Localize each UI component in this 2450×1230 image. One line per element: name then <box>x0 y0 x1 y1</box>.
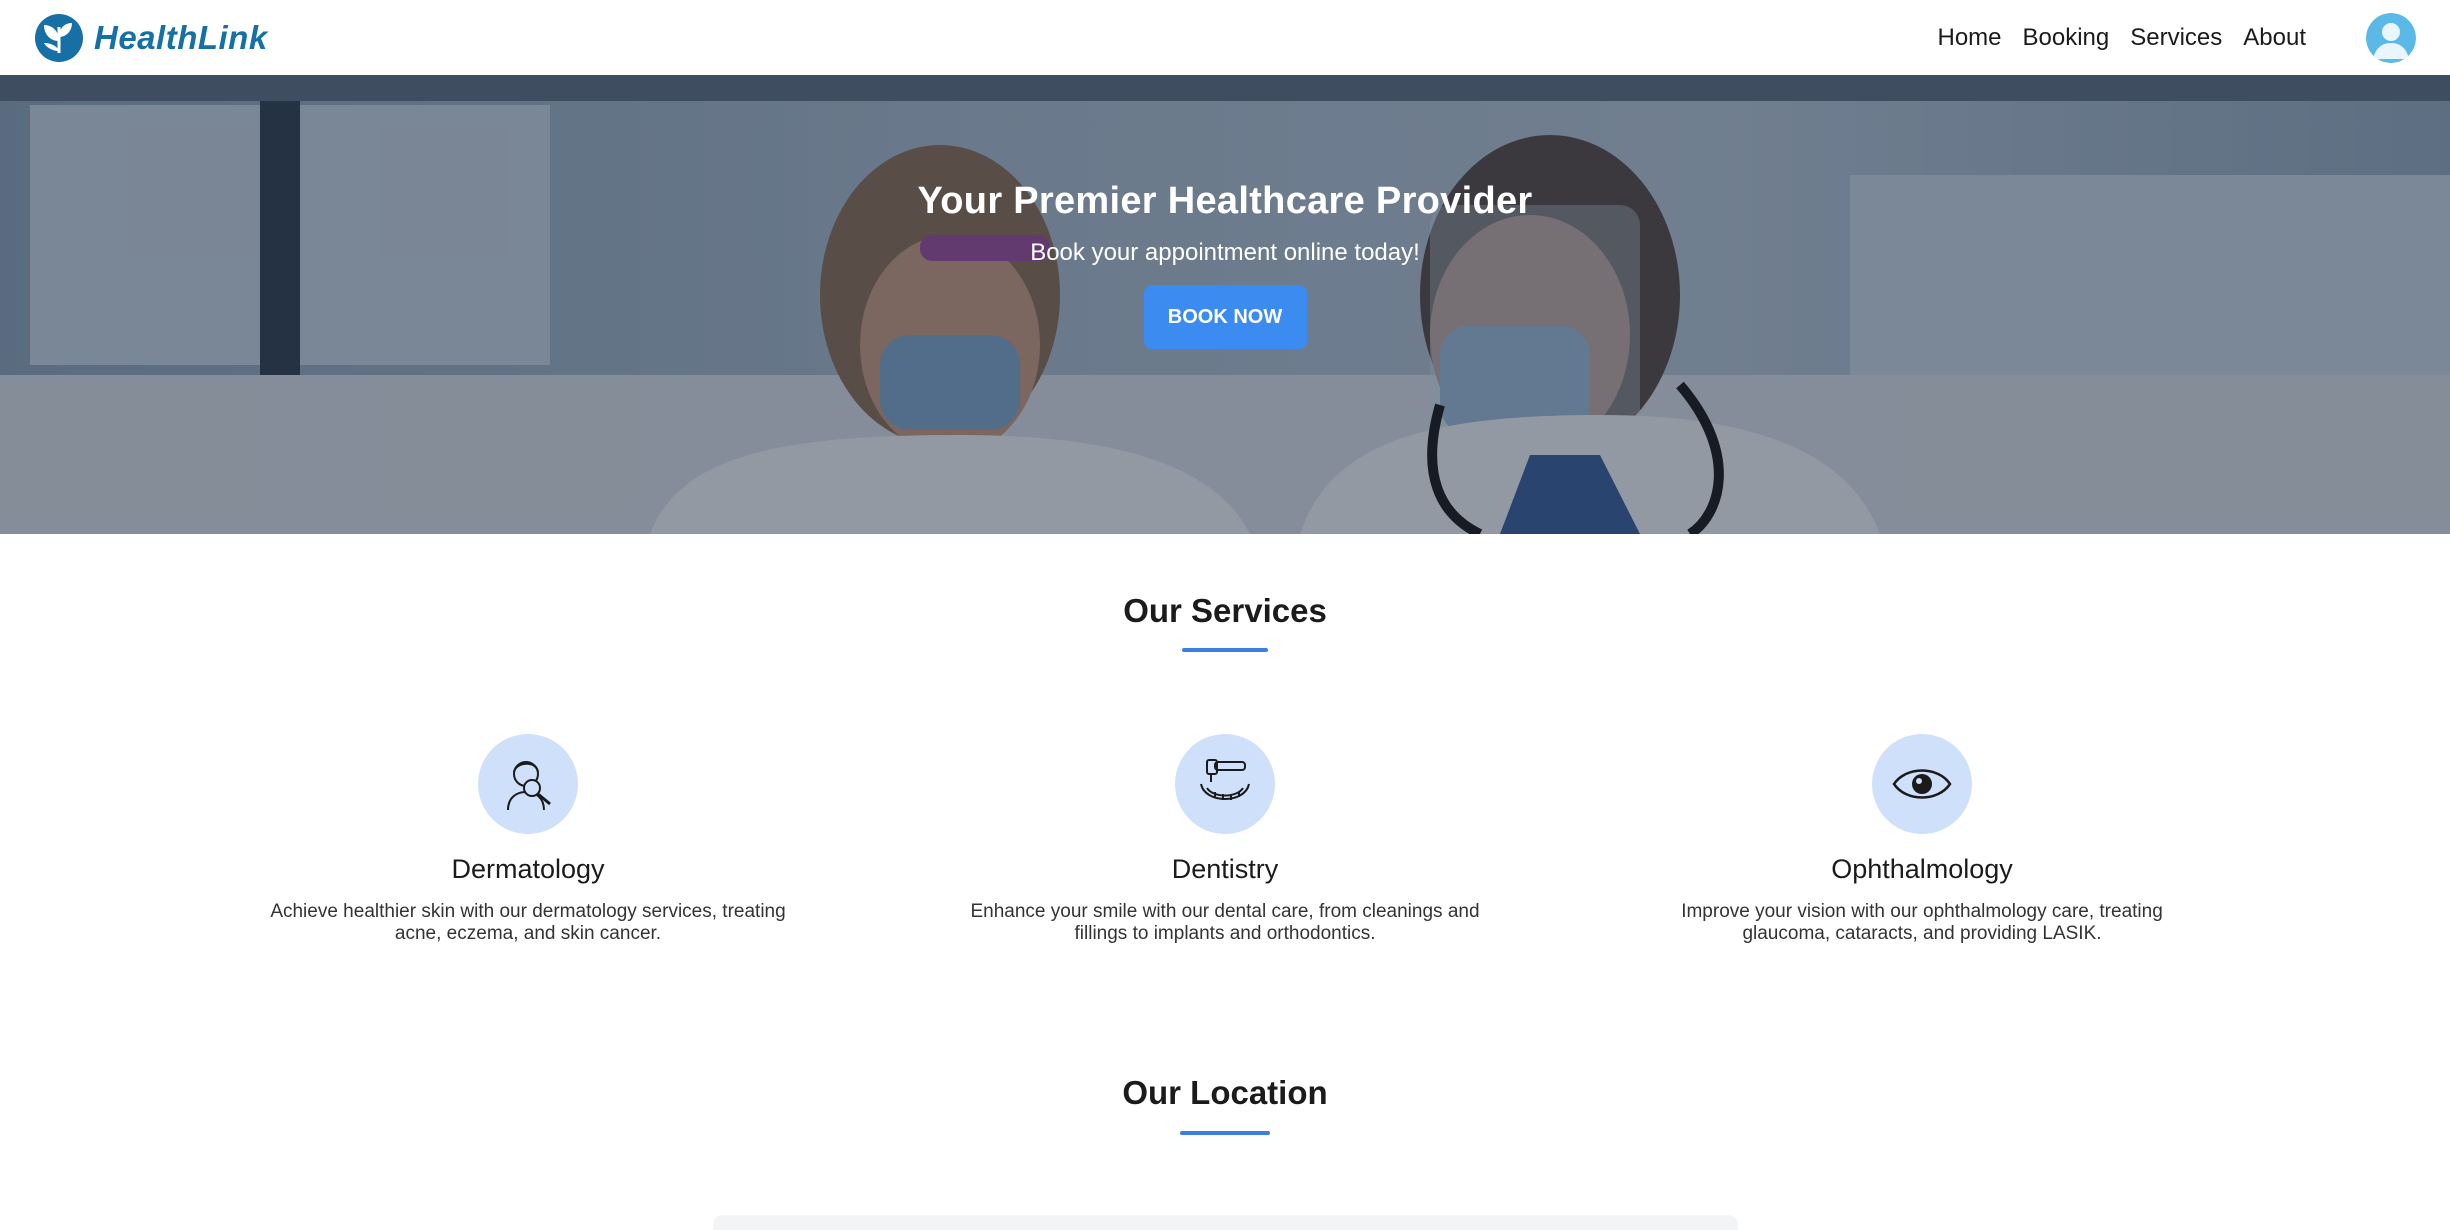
location-section-title: Our Location <box>1122 1074 1328 1111</box>
service-name: Dentistry <box>1171 854 1279 884</box>
dermatology-icon-circle <box>478 734 578 834</box>
services-title-underline <box>1182 648 1268 652</box>
dermatology-icon <box>507 761 551 811</box>
hero-banner: Your Premier Healthcare Provider Book yo… <box>0 75 2450 534</box>
user-avatar-icon <box>2366 12 2416 63</box>
nav-booking[interactable]: Booking <box>2023 24 2110 52</box>
ophthalmology-icon-circle <box>1872 734 1972 834</box>
service-name: Ophthalmology <box>1831 854 2013 884</box>
nav-home[interactable]: Home <box>1937 24 2001 52</box>
hero-content: Your Premier Healthcare Provider Book yo… <box>0 180 2450 349</box>
service-name: Dermatology <box>451 854 605 884</box>
nav-services[interactable]: Services <box>2130 24 2222 52</box>
brand-name: HealthLink <box>94 18 268 56</box>
service-description: Enhance your smile with our dental care,… <box>970 901 1480 944</box>
hero-subtitle: Book your appointment online today! <box>1030 239 1420 266</box>
service-description: Achieve healthier skin with our dermatol… <box>270 901 786 944</box>
service-card-ophthalmology[interactable]: Ophthalmology Improve your vision with o… <box>1622 734 2222 945</box>
brand[interactable]: HealthLink <box>34 13 268 63</box>
healthlink-logo-icon <box>35 13 83 62</box>
dentistry-icon-circle <box>1175 734 1275 834</box>
nav-about[interactable]: About <box>2243 24 2306 52</box>
service-card-dermatology[interactable]: Dermatology Achieve healthier skin with … <box>228 734 828 945</box>
service-description: Improve your vision with our ophthalmolo… <box>1681 901 2163 944</box>
location-map[interactable] <box>713 1215 1738 1230</box>
eye-icon <box>1892 769 1952 799</box>
user-avatar[interactable] <box>2366 12 2416 63</box>
services-section-title: Our Services <box>1123 592 1327 629</box>
book-now-button[interactable]: BOOK NOW <box>1143 285 1307 349</box>
service-card-dentistry[interactable]: Dentistry Enhance your smile with our de… <box>925 734 1525 945</box>
dentistry-icon <box>1200 759 1250 800</box>
top-navbar: HealthLink Home Booking Services About <box>0 0 2450 75</box>
location-title-underline <box>1180 1131 1270 1135</box>
hero-title: Your Premier Healthcare Provider <box>917 180 1533 222</box>
main-nav: Home Booking Services About <box>1916 12 2416 63</box>
